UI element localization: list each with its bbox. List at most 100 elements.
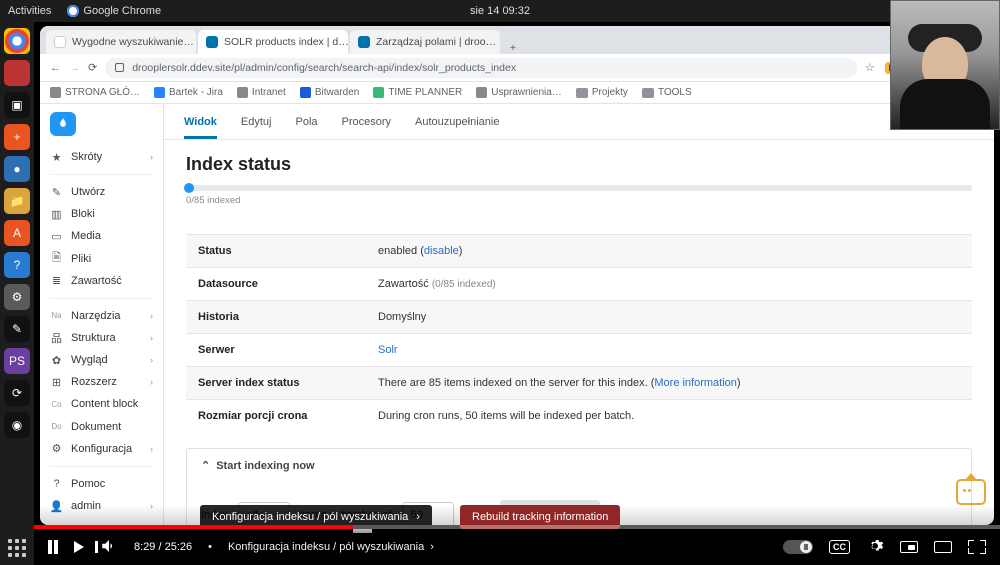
tab-title: Zarządzaj polami | droo… (376, 36, 496, 48)
nav-back-icon[interactable]: ← (50, 62, 61, 74)
more-info-link[interactable]: More information (654, 377, 737, 389)
row-status: Status enabled (disable) (186, 234, 972, 267)
bookmark-folder[interactable]: Projekty (576, 87, 628, 98)
sidebar-item-shortcuts[interactable]: ★Skróty › (40, 146, 163, 168)
tab-title: Wygodne wyszukiwanie… (72, 36, 194, 48)
sidebar-item-create[interactable]: ✎Utwórz (40, 181, 163, 203)
dock-show-apps[interactable] (8, 539, 26, 557)
sidebar-item-config[interactable]: ⚙Konfiguracja› (40, 438, 163, 460)
tab-view[interactable]: Widok (184, 110, 217, 139)
yt-theatre-button[interactable] (934, 541, 952, 553)
dock-app-5[interactable]: ⟳ (4, 380, 30, 406)
sidebar-item-content[interactable]: ≣Zawartość (40, 270, 163, 292)
dock-software[interactable]: A (4, 220, 30, 246)
chrome-icon (67, 5, 79, 17)
chrome-tab-1[interactable]: SOLR products index | d… × (198, 30, 348, 54)
yt-chapter-label[interactable]: Konfiguracja indeksu / pól wyszukiwania› (228, 541, 434, 553)
nav-forward-icon[interactable]: → (69, 62, 80, 74)
chrome-window: Wygodne wyszukiwanie… × SOLR products in… (40, 26, 994, 525)
star-icon: ★ (50, 151, 63, 164)
yt-next-button[interactable] (74, 541, 84, 553)
drupal-logo[interactable] (50, 112, 76, 136)
webcam-overlay (890, 0, 1000, 130)
sidebar-item-document[interactable]: DoDokument (40, 416, 163, 438)
yt-settings-button[interactable] (866, 537, 884, 558)
status-table: Status enabled (disable) Datasource Zawa… (186, 234, 972, 432)
sidebar-item-structure[interactable]: 品Struktura› (40, 327, 163, 349)
dock-files[interactable]: 📁 (4, 188, 30, 214)
tab-autocomplete[interactable]: Autouzupełnianie (415, 110, 499, 139)
progress-label: 0/85 indexed (186, 195, 972, 206)
bookmark-item[interactable]: Intranet (237, 87, 286, 98)
dock-ide[interactable]: PS (4, 348, 30, 374)
yt-time-display: 8:29 / 25:26 (134, 541, 192, 553)
bookmark-folder[interactable]: TOOLS (642, 87, 692, 98)
favicon-icon (206, 36, 218, 48)
sidebar-item-extend[interactable]: ⊞Rozszerz› (40, 371, 163, 393)
bookmark-item[interactable]: Usprawnienia… (476, 87, 562, 98)
sidebar-item-appearance[interactable]: ✿Wygląd› (40, 349, 163, 371)
yt-cc-button[interactable]: CC (829, 540, 850, 554)
page-title: Index status (186, 154, 972, 175)
dock-app-2[interactable]: + (4, 124, 30, 150)
new-tab-button[interactable]: + (502, 42, 524, 54)
admin-sidebar: ★Skróty › ✎Utwórz ▥Bloki ▭Media 🗎Pliki ≣… (40, 104, 164, 525)
star-icon[interactable]: ☆ (865, 61, 875, 74)
progress-dot (184, 183, 194, 193)
activities-label[interactable]: Activities (8, 5, 51, 17)
dock-chrome[interactable] (4, 28, 30, 54)
row-datasource: Datasource Zawartość (0/85 indexed) (186, 267, 972, 300)
collapsible-header[interactable]: ⌃ Start indexing now (187, 449, 971, 482)
sidebar-item-blocks[interactable]: ▥Bloki (40, 203, 163, 225)
bookmark-item[interactable]: Bartek - Jira (154, 87, 223, 98)
yt-miniplayer-button[interactable] (900, 541, 918, 553)
dock-terminal[interactable]: ▣ (4, 92, 30, 118)
sidebar-item-contentblock[interactable]: CoContent block (40, 393, 163, 415)
page-body: ★Skróty › ✎Utwórz ▥Bloki ▭Media 🗎Pliki ≣… (40, 104, 994, 525)
site-info-icon[interactable] (115, 63, 124, 72)
address-bar[interactable]: drooplersolr.ddev.site/pl/admin/config/s… (105, 58, 857, 78)
yt-autoplay-toggle[interactable] (783, 540, 813, 554)
chevron-up-icon: ⌃ (201, 459, 210, 472)
dock-help[interactable]: ? (4, 252, 30, 278)
sidebar-item-media[interactable]: ▭Media (40, 225, 163, 247)
chrome-tab-0[interactable]: Wygodne wyszukiwanie… × (46, 30, 196, 54)
tab-title: SOLR products index | d… (224, 36, 348, 48)
sidebar-item-help[interactable]: ?Pomoc (40, 473, 163, 495)
index-progress-bar (186, 185, 972, 191)
chevron-right-icon: › (150, 152, 153, 162)
dock-obs[interactable]: ◉ (4, 412, 30, 438)
disable-link[interactable]: disable (424, 245, 459, 257)
yt-volume-button[interactable] (100, 537, 118, 558)
bookmark-item[interactable]: STRONA GŁÓ… (50, 87, 140, 98)
chrome-tab-strip: Wygodne wyszukiwanie… × SOLR products in… (40, 26, 994, 54)
sidebar-item-files[interactable]: 🗎Pliki (40, 248, 163, 270)
tab-processors[interactable]: Procesory (342, 110, 392, 139)
yt-fullscreen-button[interactable] (968, 540, 986, 554)
yt-controls: 8:29 / 25:26 • Konfiguracja indeksu / pó… (34, 529, 1000, 565)
favicon-icon (54, 36, 66, 48)
server-link[interactable]: Solr (378, 344, 398, 356)
favicon-icon (358, 36, 370, 48)
chrome-tab-2[interactable]: Zarządzaj polami | droo… × (350, 30, 500, 54)
dock-settings[interactable]: ⚙ (4, 284, 30, 310)
dock-app-3[interactable]: ● (4, 156, 30, 182)
row-server-index: Server index status There are 85 items i… (186, 366, 972, 399)
clock[interactable]: sie 14 09:32 (470, 5, 530, 17)
ubuntu-dock: ▣ + ● 📁 A ? ⚙ ✎ PS ⟳ ◉ (0, 22, 34, 565)
row-cron: Rozmiar porcji crona During cron runs, 5… (186, 399, 972, 432)
bookmark-item[interactable]: TIME PLANNER (373, 87, 462, 98)
chrome-toolbar: ← → ⟳ drooplersolr.ddev.site/pl/admin/co… (40, 54, 994, 82)
bookmark-item[interactable]: Bitwarden (300, 87, 359, 98)
tab-fields[interactable]: Pola (295, 110, 317, 139)
dock-app-4[interactable]: ✎ (4, 316, 30, 342)
dock-app-1[interactable] (4, 60, 30, 86)
sidebar-item-tools[interactable]: NaNarzędzia› (40, 305, 163, 327)
channel-watermark[interactable] (956, 479, 986, 505)
tab-edit[interactable]: Edytuj (241, 110, 272, 139)
yt-pause-button[interactable] (48, 540, 58, 554)
nav-reload-icon[interactable]: ⟳ (88, 61, 97, 74)
bookmarks-bar: STRONA GŁÓ… Bartek - Jira Intranet Bitwa… (40, 82, 994, 104)
url-text: drooplersolr.ddev.site/pl/admin/config/s… (132, 62, 516, 74)
row-history: Historia Domyślny (186, 300, 972, 333)
